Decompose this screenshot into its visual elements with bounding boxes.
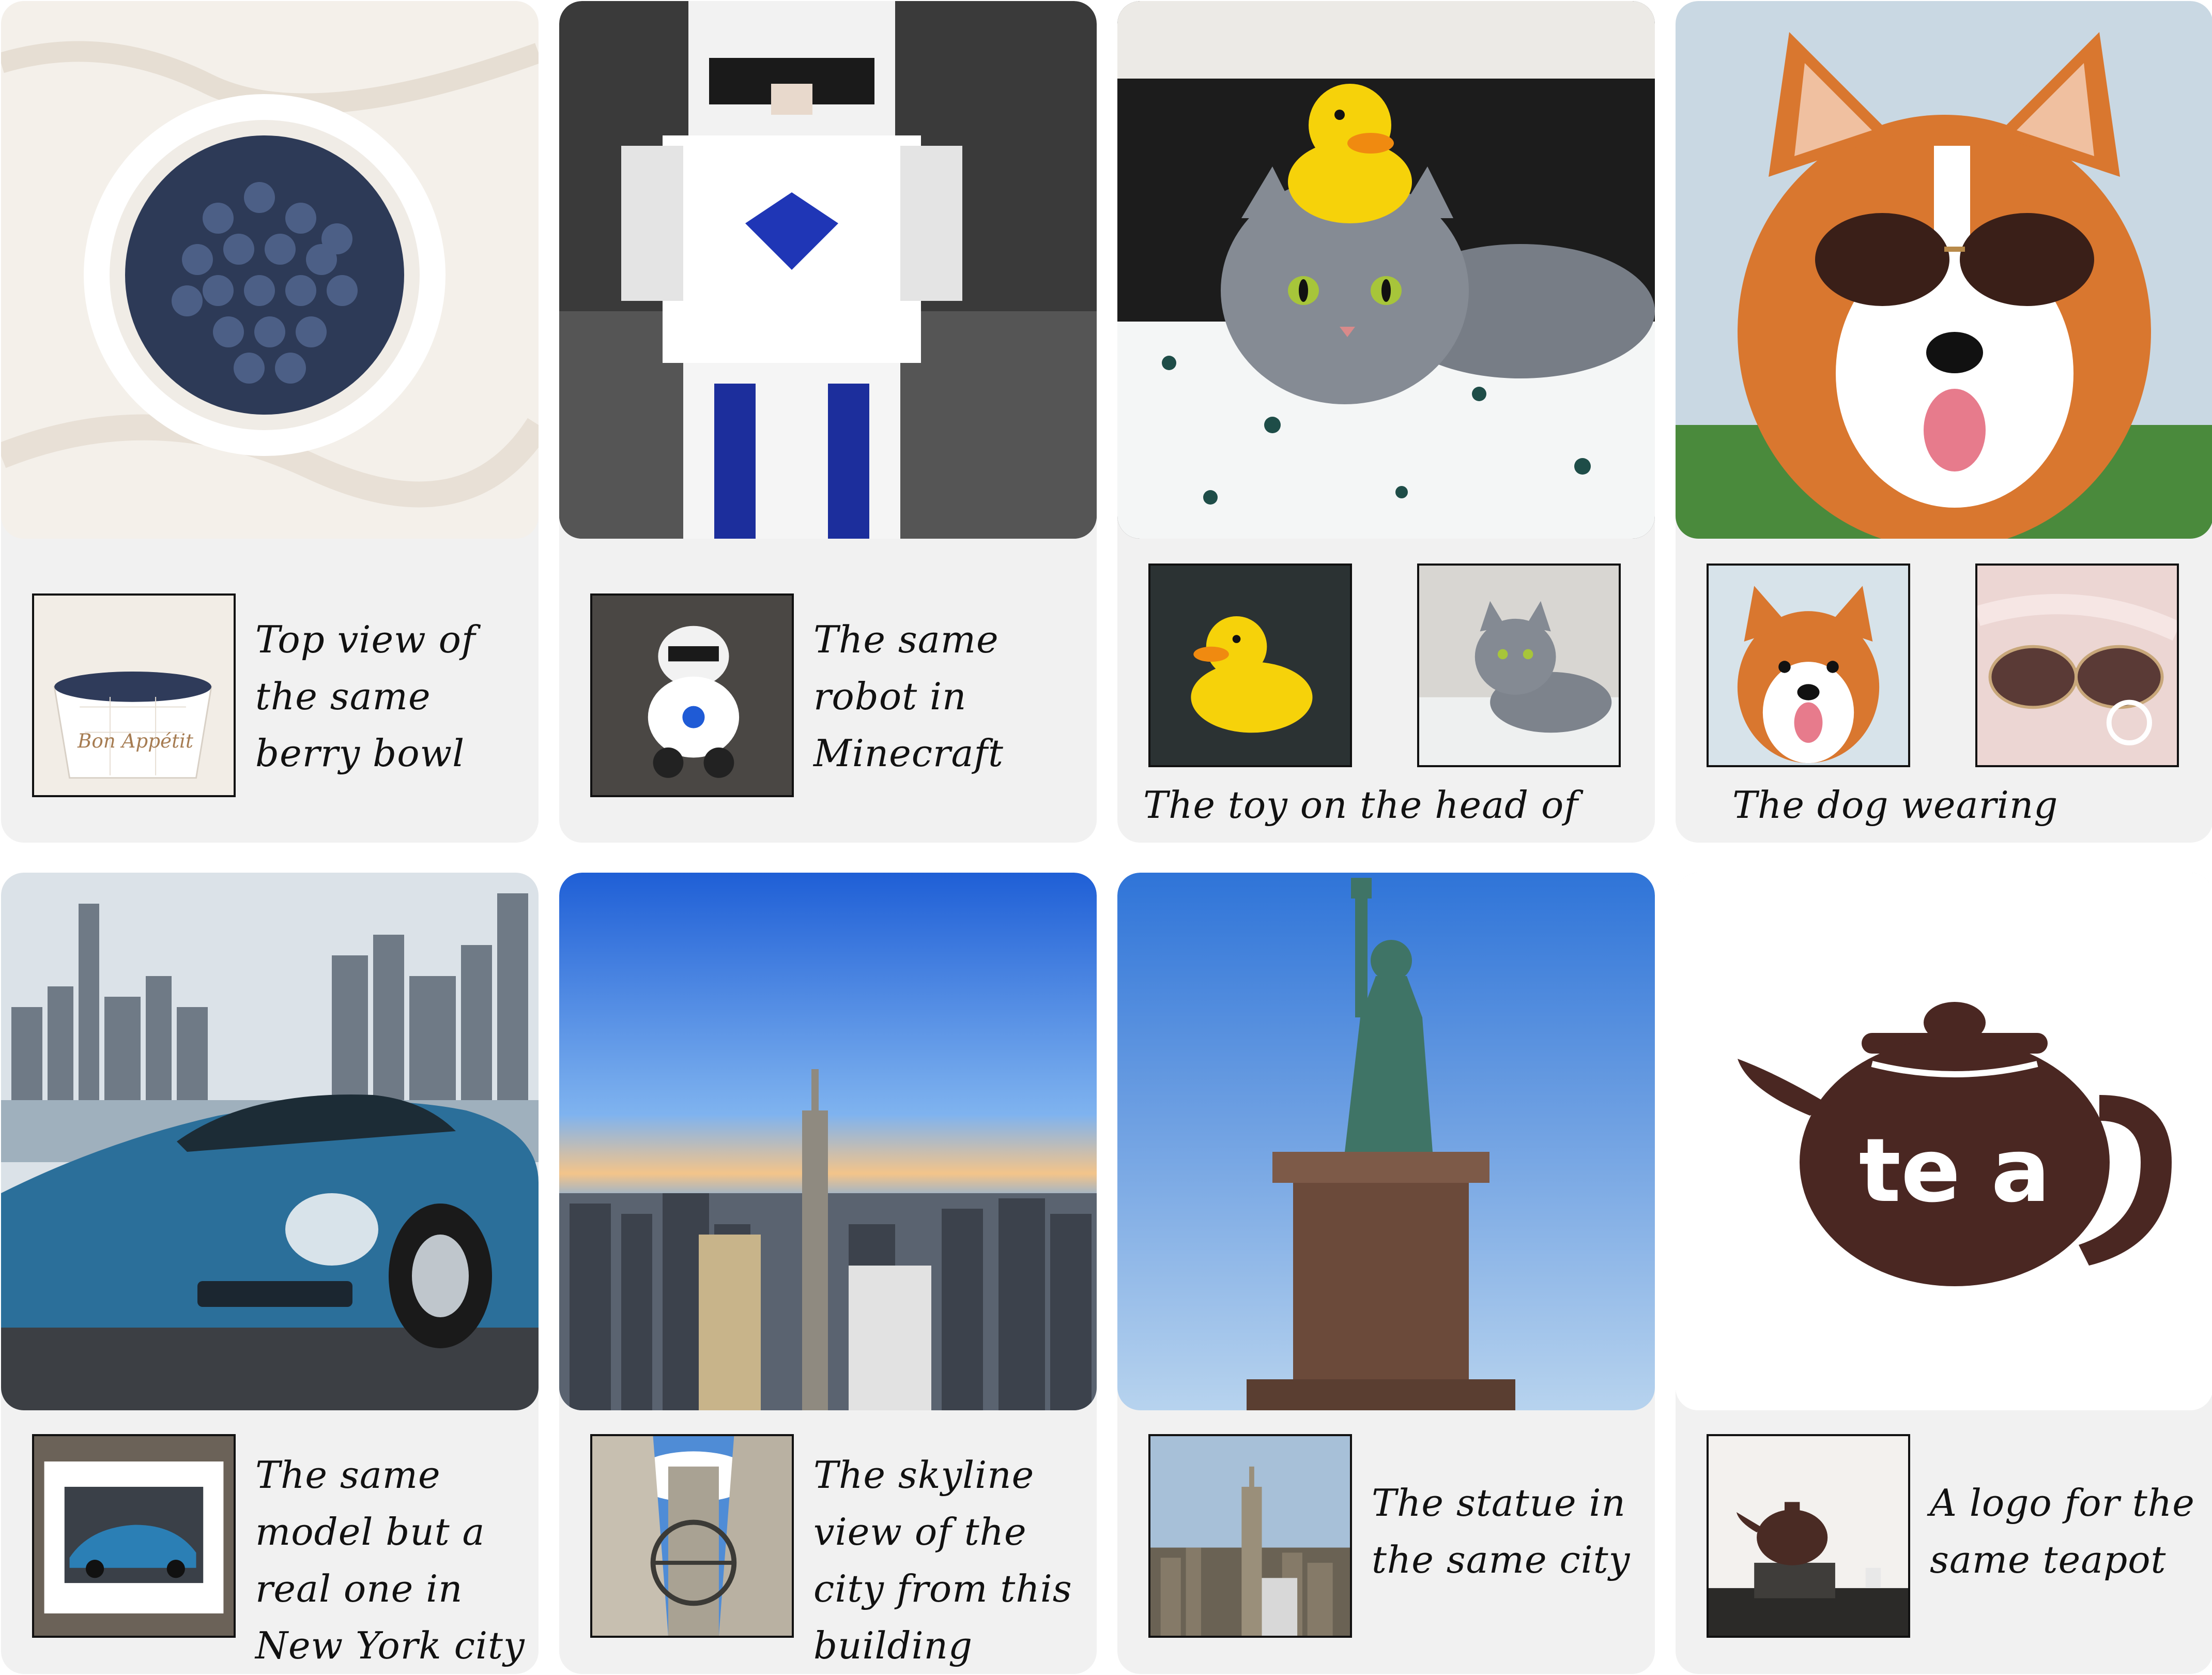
card-toy-on-cat[interactable]: The toy on the head of the cat xyxy=(1117,1,1655,843)
porsche-new-york-image xyxy=(1,873,539,1410)
rockefeller-center-reference-thumbnail xyxy=(590,1434,794,1638)
new-york-city-reference-thumbnail xyxy=(1148,1434,1352,1638)
rubber-duck-reference-thumbnail xyxy=(1148,564,1352,767)
card-car-new-york[interactable]: The same model but a real one in New Yor… xyxy=(1,873,539,1674)
card-skyline-view[interactable]: The skyline view of the city from this b… xyxy=(559,873,1097,1674)
skyline-aerial-image xyxy=(559,873,1097,1410)
card-robot-minecraft[interactable]: The same robot in Minecraft xyxy=(559,1,1097,843)
card-caption: The skyline view of the city from this b… xyxy=(813,1453,1072,1667)
bowl-print-text: Bon Appétit xyxy=(77,729,194,752)
card-dog-sunglasses[interactable]: The dog wearing sunglasses xyxy=(1676,1,2212,843)
berry-bowl-reference-thumbnail: Bon Appétit xyxy=(32,593,236,797)
card-caption: Top view of the same berry bowl xyxy=(255,618,476,775)
image-grid: Bon Appétit Top view of the same berry b… xyxy=(0,0,2212,1675)
toy-robot-reference-thumbnail xyxy=(590,593,794,797)
sunglasses-reference-thumbnail xyxy=(1975,564,2179,767)
logo-text: te a xyxy=(1859,1120,2050,1222)
card-caption: The same robot in Minecraft xyxy=(813,618,1004,775)
cat-with-duck-image xyxy=(1117,1,1655,539)
gray-cat-reference-thumbnail xyxy=(1417,564,1621,767)
car-print-reference-thumbnail xyxy=(32,1434,236,1638)
corgi-reference-thumbnail xyxy=(1707,564,1910,767)
card-statue-same-city[interactable]: The statue in the same city xyxy=(1117,873,1655,1674)
card-caption: The same model but a real one in New Yor… xyxy=(255,1453,525,1667)
card-berry-bowl[interactable]: Bon Appétit Top view of the same berry b… xyxy=(1,1,539,843)
card-caption: A logo for the same teapot xyxy=(1930,1481,2195,1581)
card-teapot-logo[interactable]: te a A logo for the same teapot xyxy=(1676,873,2212,1674)
minecraft-robot-image xyxy=(559,1,1097,539)
card-caption: The toy on the head of the cat xyxy=(1143,783,1579,843)
card-caption: The dog wearing sunglasses xyxy=(1732,783,2059,843)
corgi-sunglasses-image xyxy=(1676,1,2212,539)
teapot-reference-thumbnail xyxy=(1707,1434,1910,1638)
teapot-logo-image: te a xyxy=(1676,873,2212,1410)
statue-of-liberty-image xyxy=(1117,873,1655,1410)
berry-bowl-top-view-image xyxy=(1,1,539,539)
card-caption: The statue in the same city xyxy=(1372,1481,1631,1581)
